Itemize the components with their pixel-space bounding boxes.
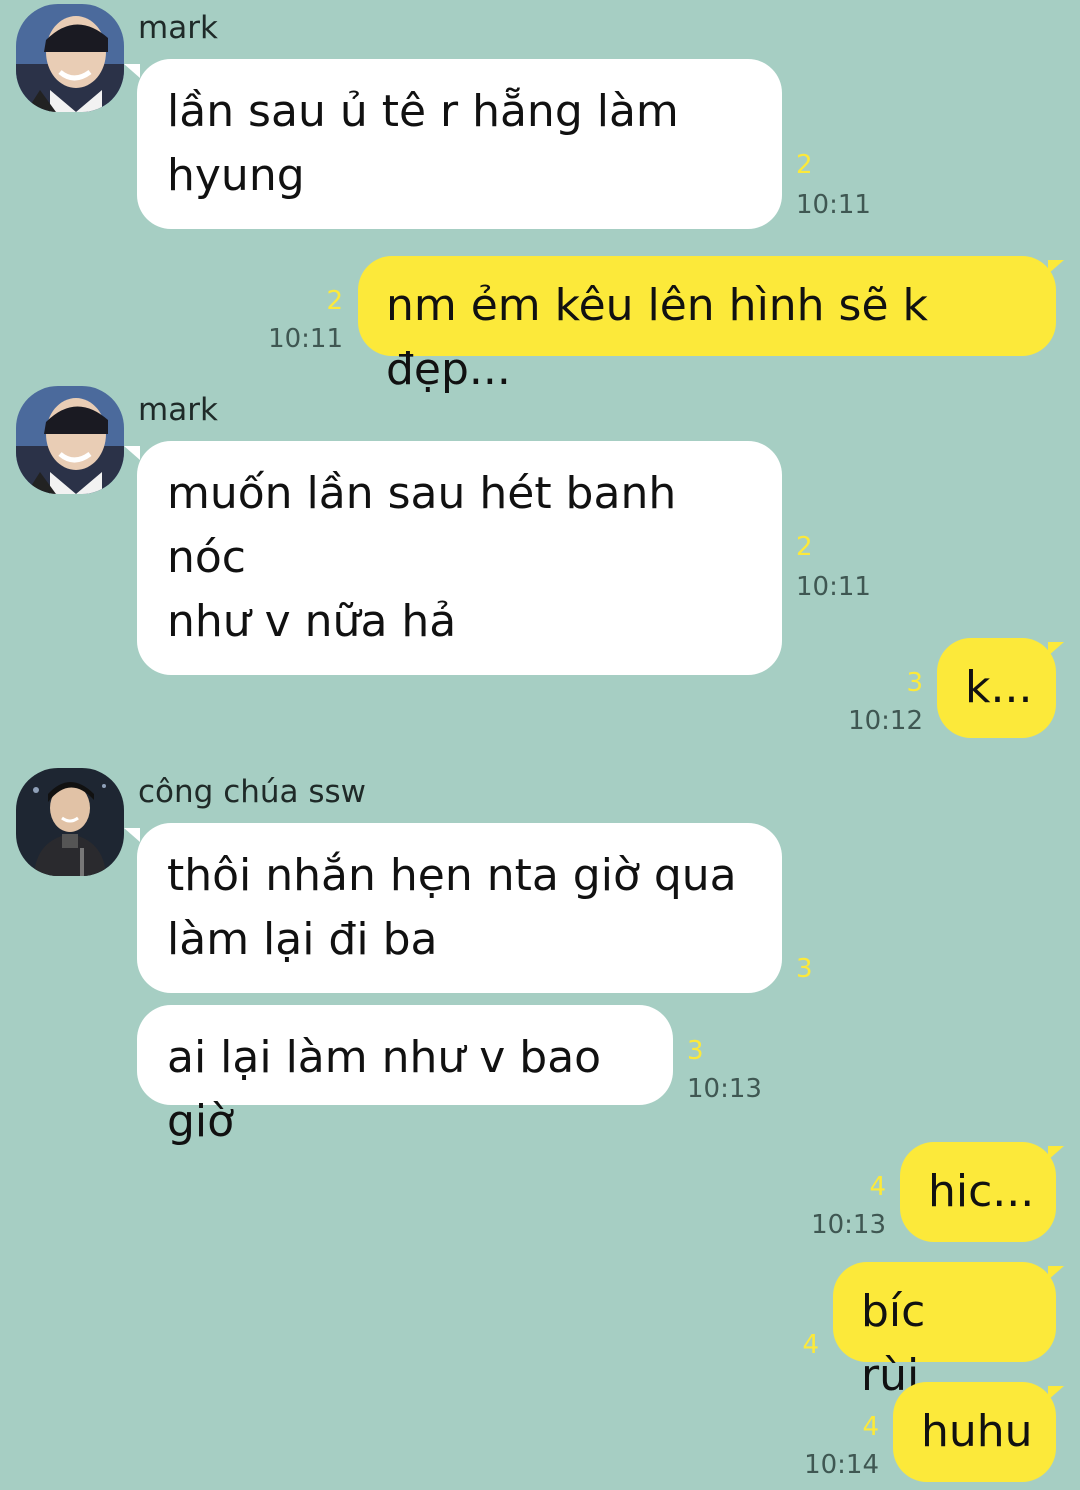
sender-name-cong-chua-ssw: công chúa ssw <box>138 774 367 810</box>
bubble-tail <box>1048 1386 1064 1400</box>
message-bubble-incoming[interactable]: lần sau ủ tê r hẵng làm hyung <box>137 59 782 229</box>
message-bubble-outgoing[interactable]: k... <box>937 638 1056 738</box>
unread-count: 4 <box>862 1412 879 1442</box>
sender-name-mark: mark <box>138 392 218 428</box>
unread-count: 3 <box>796 954 813 984</box>
message-bubble-incoming[interactable]: muốn lần sau hét banh nóc như v nữa hả <box>137 441 782 675</box>
message-time: 10:14 <box>804 1450 879 1480</box>
message-time: 10:12 <box>848 706 923 736</box>
bubble-tail <box>1048 1266 1064 1280</box>
message-time: 10:11 <box>268 324 343 354</box>
sender-name-mark: mark <box>138 10 218 46</box>
bubble-tail <box>124 828 140 842</box>
avatar-ssw-image <box>16 768 124 876</box>
avatar-mark-image <box>16 4 124 112</box>
unread-count: 3 <box>687 1036 704 1066</box>
unread-count: 3 <box>906 668 923 698</box>
bubble-tail <box>1048 642 1064 656</box>
unread-count: 4 <box>869 1172 886 1202</box>
unread-count: 2 <box>326 286 343 316</box>
message-bubble-outgoing[interactable]: nm ẻm kêu lên hình sẽ k đẹp... <box>358 256 1056 395</box>
avatar-cong-chua-ssw[interactable] <box>16 768 124 876</box>
message-time: 10:13 <box>687 1074 762 1104</box>
unread-count: 2 <box>796 532 813 562</box>
bubble-tail <box>1048 1146 1064 1160</box>
message-bubble-outgoing[interactable]: hic... <box>900 1142 1056 1242</box>
bubble-tail <box>124 64 140 78</box>
message-time: 10:11 <box>796 190 871 220</box>
avatar-mark-image <box>16 386 124 494</box>
unread-count: 2 <box>796 150 813 180</box>
message-time: 10:13 <box>811 1210 886 1240</box>
bubble-tail <box>1048 260 1064 274</box>
message-bubble-outgoing[interactable]: bíc rùi... <box>833 1262 1056 1401</box>
avatar-mark[interactable] <box>16 4 124 112</box>
avatar-mark[interactable] <box>16 386 124 494</box>
message-bubble-outgoing[interactable]: huhu <box>893 1382 1056 1482</box>
message-bubble-incoming[interactable]: thôi nhắn hẹn nta giờ qua làm lại đi ba <box>137 823 782 993</box>
unread-count: 4 <box>802 1330 819 1360</box>
message-time: 10:11 <box>796 572 871 602</box>
message-bubble-incoming[interactable]: ai lại làm như v bao giờ <box>137 1005 673 1147</box>
bubble-tail <box>124 446 140 460</box>
